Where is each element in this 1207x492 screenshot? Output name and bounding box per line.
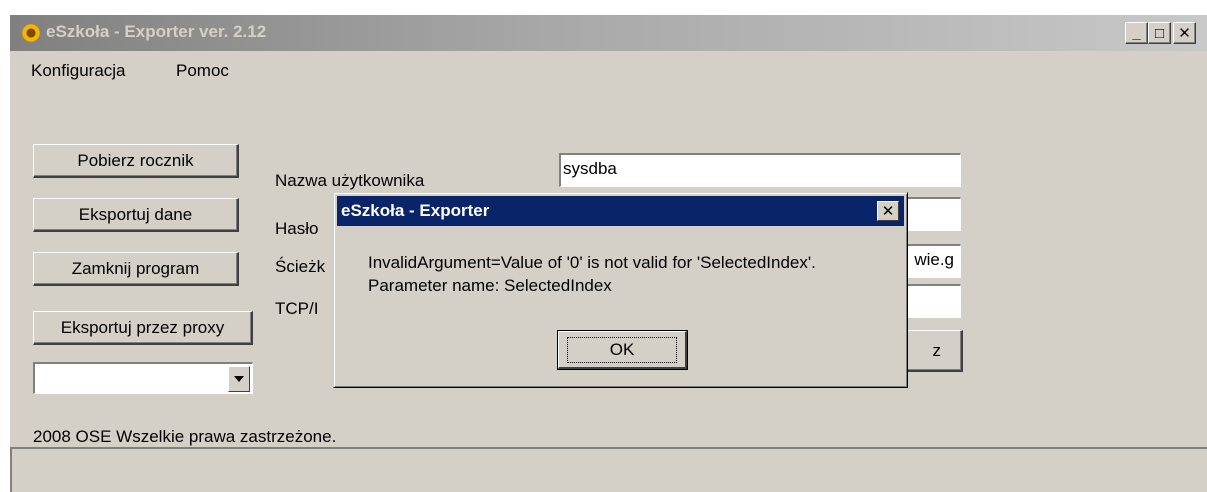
username-field[interactable]: sysdba	[559, 153, 961, 187]
error-dialog: eSzkoła - Exporter ✕ InvalidArgument=Val…	[333, 192, 908, 388]
dialog-title: eSzkoła - Exporter	[341, 201, 490, 220]
hidden-action-label: z	[932, 340, 942, 360]
fetch-year-button[interactable]: Pobierz rocznik	[33, 144, 239, 178]
path-label: Ścieżk	[275, 257, 326, 276]
tcp-label: TCP/I	[275, 299, 319, 318]
chevron-down-icon[interactable]	[228, 366, 250, 392]
close-button[interactable]: ✕	[1173, 22, 1196, 44]
password-label: Hasło	[275, 219, 319, 238]
dialog-title-bar[interactable]: eSzkoła - Exporter ✕	[337, 196, 904, 226]
minimize-button[interactable]: _	[1125, 22, 1148, 44]
menu-pomoc[interactable]: Pomoc	[176, 61, 229, 81]
menu-bar: Konfiguracja Pomoc	[10, 51, 1207, 83]
maximize-button[interactable]: □	[1148, 22, 1171, 44]
copyright-text: 2008 OSE Wszelkie prawa zastrzeżone.	[33, 427, 337, 446]
sunflower-app-icon	[22, 24, 40, 42]
dialog-message-line1: InvalidArgument=Value of '0' is not vali…	[368, 253, 816, 272]
export-proxy-button[interactable]: Eksportuj przez proxy	[33, 311, 253, 345]
export-data-button[interactable]: Eksportuj dane	[33, 198, 239, 232]
dialog-close-icon[interactable]: ✕	[877, 201, 899, 221]
menu-konfiguracja[interactable]: Konfiguracja	[31, 61, 126, 81]
ok-button-label: OK	[566, 336, 678, 363]
dialog-message-line2: Parameter name: SelectedIndex	[368, 276, 612, 295]
path-field-value: wie.g	[914, 250, 954, 269]
close-program-button[interactable]: Zamknij program	[33, 252, 239, 286]
status-bar	[10, 447, 1207, 492]
window-title: eSzkoła - Exporter ver. 2.12	[46, 22, 267, 41]
title-bar[interactable]: eSzkoła - Exporter ver. 2.12 _ □ ✕	[10, 15, 1207, 51]
username-label: Nazwa użytkownika	[275, 171, 425, 190]
ok-button[interactable]: OK	[557, 330, 688, 370]
dialog-message: InvalidArgument=Value of '0' is not vali…	[368, 251, 816, 297]
proxy-select[interactable]	[33, 362, 253, 394]
